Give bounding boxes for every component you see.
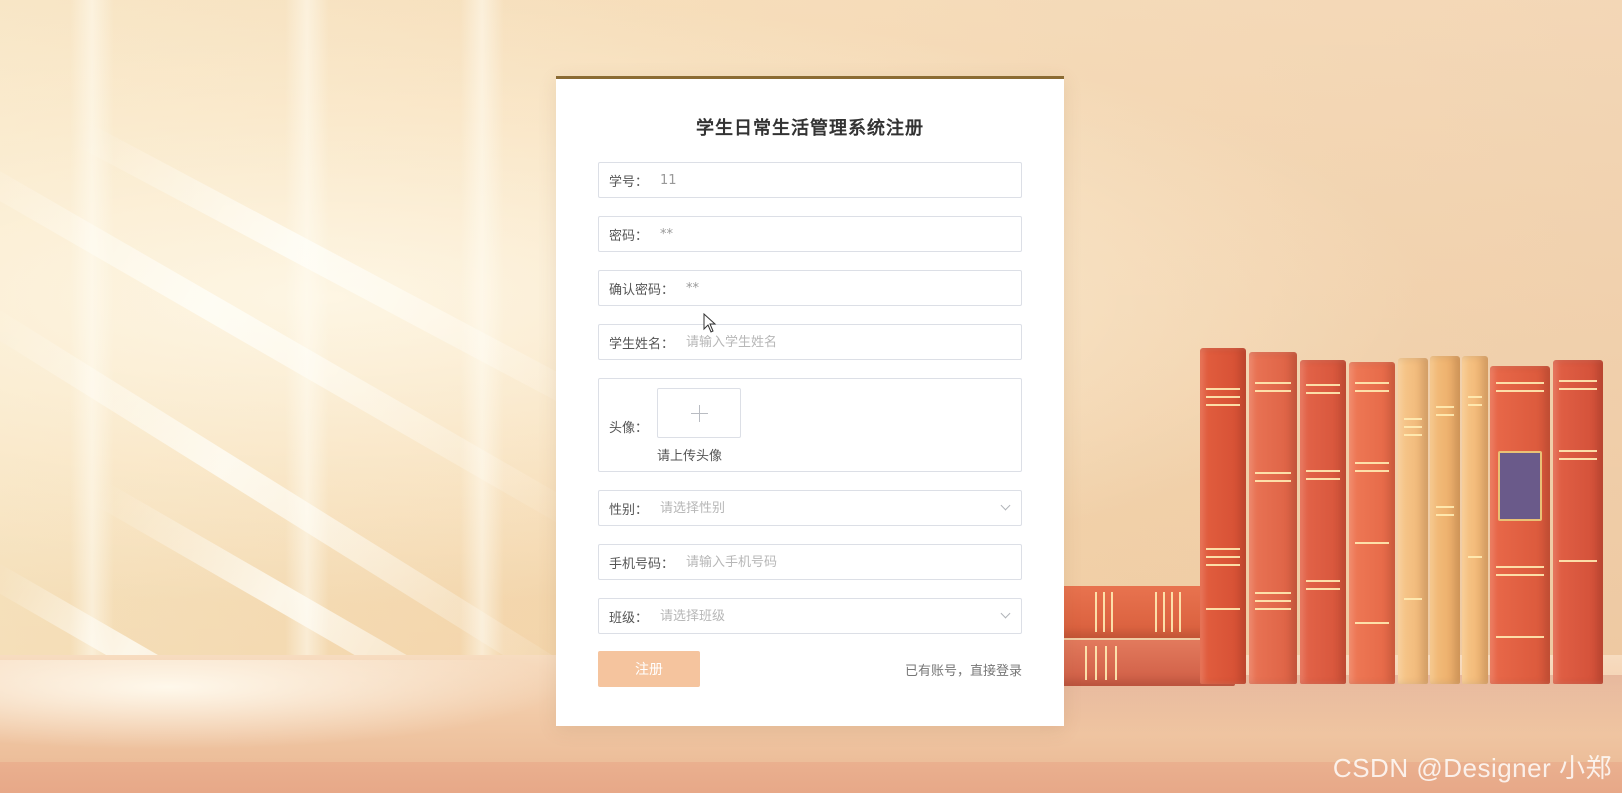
- phone-input[interactable]: [686, 554, 1011, 570]
- confirm-password-label: 确认密码：: [609, 282, 675, 298]
- student-no-field[interactable]: 学号：: [598, 162, 1022, 198]
- class-select[interactable]: 班级：: [598, 598, 1022, 634]
- book-upright: [1249, 352, 1297, 684]
- window-light-bar: [285, 0, 329, 660]
- avatar-field: 头像： 请上传头像: [598, 378, 1022, 472]
- table-shine: [0, 660, 560, 750]
- class-label: 班级：: [609, 610, 649, 626]
- student-name-field[interactable]: 学生姓名：: [598, 324, 1022, 360]
- confirm-password-input[interactable]: [686, 280, 1011, 296]
- class-select-input[interactable]: [660, 608, 1011, 624]
- mouse-cursor-icon: [703, 313, 717, 333]
- gender-select[interactable]: 性别：: [598, 490, 1022, 526]
- student-name-input[interactable]: [686, 334, 1011, 350]
- login-link[interactable]: 已有账号，直接登录: [905, 660, 1022, 679]
- book-upright: [1490, 366, 1550, 684]
- student-name-label: 学生姓名：: [609, 336, 675, 352]
- phone-label: 手机号码：: [609, 556, 675, 572]
- password-field[interactable]: 密码：: [598, 216, 1022, 252]
- avatar-uploader[interactable]: [657, 388, 741, 438]
- form-footer: 注册 已有账号，直接登录: [598, 651, 1022, 687]
- book-upright: [1430, 356, 1460, 684]
- book-flat: [1045, 586, 1225, 638]
- book-upright: [1300, 360, 1346, 684]
- student-no-label: 学号：: [609, 174, 649, 190]
- book-upright: [1349, 362, 1395, 684]
- book-upright: [1553, 360, 1603, 684]
- password-input[interactable]: [660, 226, 1011, 242]
- confirm-password-field[interactable]: 确认密码：: [598, 270, 1022, 306]
- window-light-bar: [70, 0, 114, 660]
- book-upright: [1200, 348, 1246, 684]
- register-card: 学生日常生活管理系统注册 学号： 密码： 确认密码： 学生姓名： 头像： 请上传…: [556, 76, 1064, 726]
- book-spine-label: [1498, 451, 1542, 521]
- watermark: CSDN @Designer 小郑: [1332, 753, 1612, 783]
- book-upright: [1398, 358, 1428, 684]
- register-button[interactable]: 注册: [598, 651, 700, 687]
- avatar-upload-tip: 请上传头像: [657, 449, 723, 464]
- book-upright: [1462, 356, 1488, 684]
- gender-label: 性别：: [609, 502, 649, 518]
- phone-field[interactable]: 手机号码：: [598, 544, 1022, 580]
- avatar-label: 头像：: [609, 421, 649, 436]
- password-label: 密码：: [609, 228, 649, 244]
- gender-select-input[interactable]: [660, 500, 1011, 516]
- page-title: 学生日常生活管理系统注册: [696, 118, 924, 139]
- student-no-input[interactable]: [660, 172, 1011, 188]
